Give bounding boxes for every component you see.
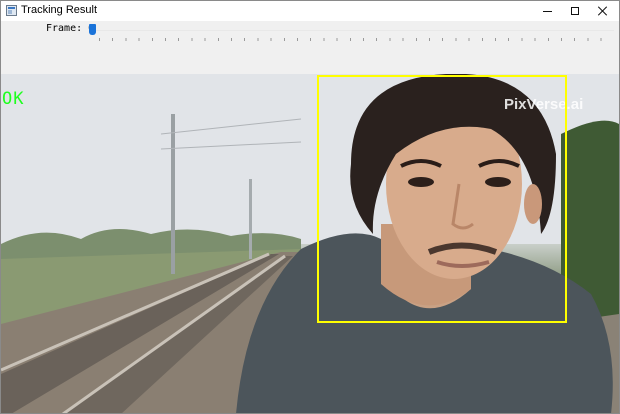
frame-slider-track[interactable] (94, 30, 614, 31)
tracking-status-text: OK (2, 89, 25, 109)
minimize-icon (542, 10, 552, 12)
maximize-button[interactable] (561, 1, 589, 21)
tracking-result-window: Tracking Result Frame: 0 OK PixVerse.ai (0, 0, 620, 414)
maximize-icon (571, 7, 579, 15)
video-frame: OK PixVerse.ai (1, 74, 619, 413)
app-window-icon (6, 5, 17, 16)
frame-slider-thumb[interactable] (89, 24, 96, 35)
title-bar[interactable]: Tracking Result (1, 1, 619, 21)
frame-trackbar-panel: Frame: 0 (1, 21, 619, 74)
tracking-bounding-box (317, 75, 567, 323)
frame-slider-ticks (99, 38, 614, 41)
close-icon (598, 6, 608, 16)
minimize-button[interactable] (533, 1, 561, 21)
window-title: Tracking Result (21, 4, 98, 16)
close-button[interactable] (589, 1, 617, 21)
frame-label: Frame: 0 (46, 23, 95, 34)
